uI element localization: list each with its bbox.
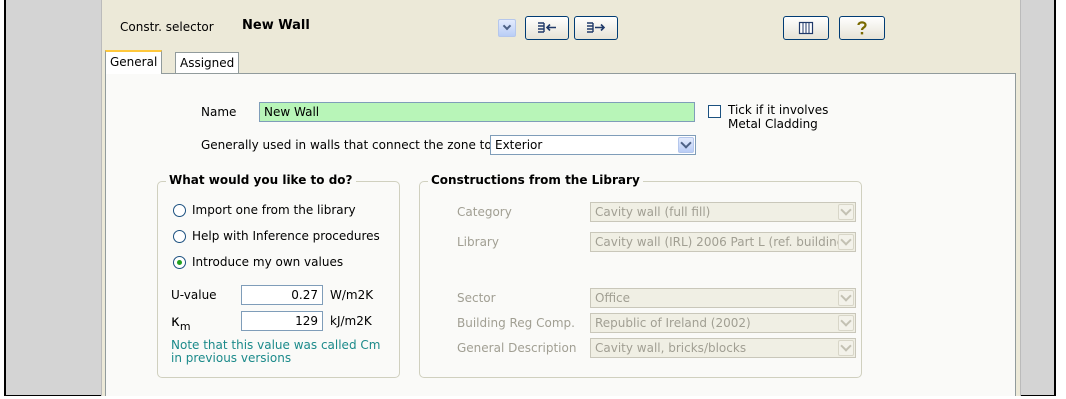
radio-own-values-control[interactable] [173, 255, 186, 269]
radio-inference-control[interactable] [173, 229, 186, 243]
radio-own-values-label: Introduce my own values [192, 255, 344, 269]
help-question-icon [857, 21, 867, 35]
radio-own-values[interactable]: Introduce my own values [173, 255, 343, 269]
chevron-down-icon [838, 340, 854, 356]
general-tab-panel: Name New Wall Tick if it involves Metal … [105, 73, 1016, 396]
construction-window: Constr. selector New Wall General Assign… [101, 0, 1021, 396]
sector-select: Office [590, 288, 856, 308]
import-button[interactable] [525, 16, 569, 40]
chevron-down-icon[interactable] [678, 137, 694, 153]
chevron-down-icon [838, 204, 854, 220]
tab-general[interactable]: General [105, 50, 163, 74]
km-label: κm [171, 312, 191, 333]
km-note-line2: in previous versions [171, 351, 292, 365]
chevron-down-icon [838, 315, 854, 331]
library-grid-icon [798, 21, 814, 35]
construction-dropdown-button[interactable] [498, 19, 516, 37]
general-description-label: General Description [457, 341, 577, 355]
u-value-label: U-value [171, 288, 217, 302]
category-select: Cavity wall (full fill) [590, 202, 856, 222]
u-value-input[interactable]: 0.27 [241, 285, 323, 305]
radio-import-label: Import one from the library [192, 203, 356, 217]
metal-cladding-label-line1: Tick if it involves [728, 103, 829, 117]
name-input[interactable]: New Wall [259, 102, 695, 122]
library-label: Library [457, 235, 499, 249]
sector-select-value: Office [595, 291, 631, 305]
radio-inference-label: Help with Inference procedures [192, 229, 380, 243]
category-select-value: Cavity wall (full fill) [595, 205, 711, 219]
general-description-select: Cavity wall, bricks/blocks [590, 338, 856, 358]
zone-select-value: Exterior [495, 138, 543, 152]
u-value-unit: W/m2K [330, 288, 374, 302]
reg-comp-label: Building Reg Comp. [457, 316, 575, 330]
km-input[interactable]: 129 [241, 311, 323, 331]
tab-assigned-label: Assigned [180, 56, 235, 70]
library-select: Cavity wall (IRL) 2006 Part L (ref. buil… [590, 232, 856, 252]
radio-import[interactable]: Import one from the library [173, 203, 356, 217]
zone-label: Generally used in walls that connect the… [201, 138, 496, 152]
tab-general-label: General [110, 55, 158, 69]
general-description-select-value: Cavity wall, bricks/blocks [595, 341, 747, 355]
library-group-title: Constructions from the Library [428, 173, 643, 187]
chevron-down-icon [838, 290, 854, 306]
name-label: Name [201, 105, 237, 119]
tab-assigned[interactable]: Assigned [175, 52, 240, 73]
chevron-down-icon [502, 21, 512, 31]
metal-cladding-checkbox[interactable] [708, 105, 721, 118]
km-symbol: κ [171, 312, 180, 330]
km-subscript: m [179, 320, 191, 333]
library-select-value: Cavity wall (IRL) 2006 Part L (ref. buil… [595, 235, 849, 249]
library-group: Constructions from the Library Category … [419, 173, 862, 378]
import-arrow-icon [538, 22, 556, 33]
metal-cladding-label: Tick if it involves Metal Cladding [728, 103, 828, 131]
radio-import-control[interactable] [173, 203, 186, 217]
metal-cladding-label-line2: Metal Cladding [728, 117, 818, 131]
km-unit: kJ/m2K [330, 314, 372, 328]
options-group: What would you like to do? Import one fr… [157, 173, 400, 378]
options-group-title: What would you like to do? [166, 173, 356, 187]
help-button[interactable] [839, 16, 885, 40]
zone-select[interactable]: Exterior [490, 135, 696, 155]
km-note-line1: Note that this value was called Cm [171, 338, 381, 352]
export-button[interactable] [574, 16, 618, 40]
sector-label: Sector [457, 291, 496, 305]
category-label: Category [457, 205, 512, 219]
km-note: Note that this value was called Cm in pr… [171, 339, 380, 365]
construction-name: New Wall [242, 18, 310, 33]
library-button[interactable] [783, 16, 829, 40]
reg-comp-select-value: Republic of Ireland (2002) [595, 316, 751, 330]
export-arrow-icon [587, 22, 606, 33]
selector-label: Constr. selector [120, 20, 214, 34]
chevron-down-icon [838, 234, 854, 250]
radio-inference[interactable]: Help with Inference procedures [173, 229, 380, 243]
reg-comp-select: Republic of Ireland (2002) [590, 313, 856, 333]
